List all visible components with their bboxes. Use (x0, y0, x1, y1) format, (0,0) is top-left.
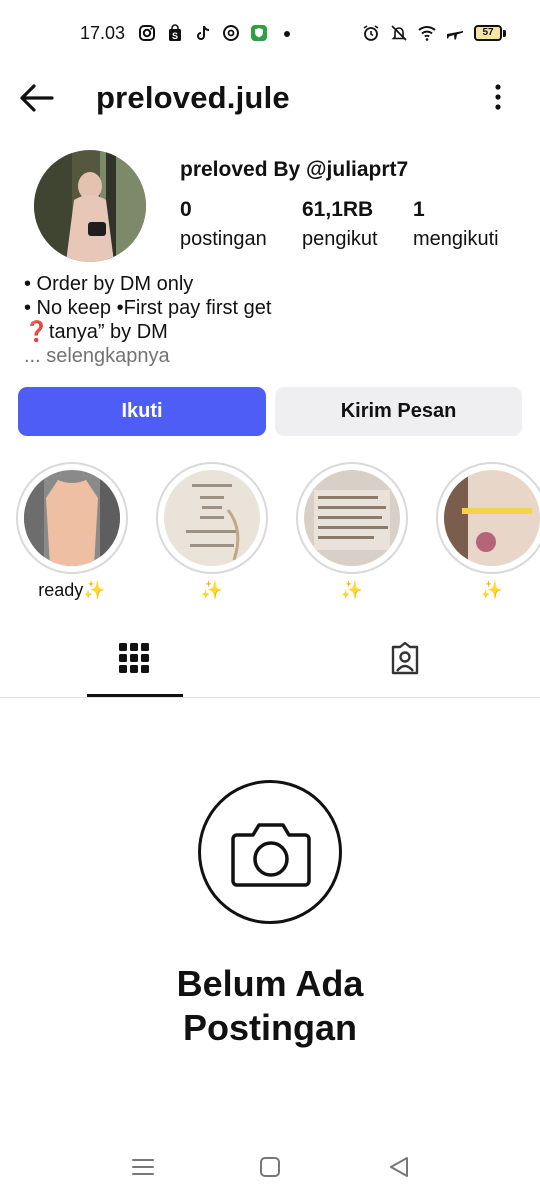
recents-menu-icon[interactable] (130, 1154, 156, 1180)
status-right-icons: 57 (362, 24, 506, 42)
highlight-ring[interactable] (296, 462, 408, 574)
back-arrow-icon[interactable] (16, 80, 56, 116)
stat-following-label: mengikuti (413, 228, 499, 250)
top-nav: preloved.jule (0, 70, 540, 126)
page-title: preloved.jule (96, 80, 290, 115)
status-bar: 17.03 S 57 (0, 0, 540, 68)
airplane-icon (447, 31, 463, 40)
empty-title-line1: Belum Ada (176, 963, 364, 1004)
stat-following[interactable]: 1 mengikuti (413, 198, 499, 251)
profile-display-name: preloved By @juliaprt7 (180, 158, 408, 182)
threads-icon (223, 25, 239, 41)
shop-icon: S (169, 24, 181, 41)
display-name-text: preloved By (180, 158, 307, 181)
dot-icon (284, 31, 290, 37)
grid-icon (119, 643, 149, 673)
highlight-ring[interactable] (436, 462, 540, 574)
bio-line: • No keep •First pay first get (24, 297, 272, 319)
wifi-icon (418, 26, 436, 41)
tagged-person-icon (391, 642, 419, 675)
home-square-icon[interactable] (257, 1154, 283, 1180)
stat-followers-value: 61,1RB (302, 198, 374, 221)
alarm-icon (363, 25, 379, 41)
tab-posts-grid[interactable] (87, 624, 183, 697)
highlight-ring[interactable] (16, 462, 128, 574)
status-time: 17.03 (80, 23, 126, 43)
system-navigation (0, 1150, 540, 1184)
avatar-photo (34, 150, 146, 262)
profile-avatar[interactable] (34, 150, 146, 262)
highlight-label: ready✨ (38, 580, 106, 600)
mute-icon (391, 25, 407, 41)
camera-icon (231, 823, 311, 887)
profile-bio: • Order by DM only • No keep •First pay … (24, 272, 271, 368)
empty-state-camera (198, 780, 342, 924)
instagram-icon (139, 25, 155, 41)
status-left-icons: S (138, 24, 296, 42)
highlight-ring[interactable] (156, 462, 268, 574)
highlight-label: ✨ (480, 580, 504, 600)
highlight-cover (164, 470, 260, 566)
tab-tagged[interactable] (357, 624, 453, 697)
stat-following-value: 1 (413, 198, 425, 221)
story-highlight[interactable]: ✨ (436, 462, 540, 601)
bio-line: • Order by DM only (24, 273, 194, 295)
highlight-label: ✨ (340, 580, 364, 600)
svg-text:S: S (172, 31, 178, 41)
story-highlight[interactable]: ✨ (156, 462, 268, 601)
stat-posts-label: postingan (180, 228, 267, 250)
profile-tabs (0, 624, 540, 698)
bio-line: ❓tanya” by DM (24, 321, 168, 343)
tiktok-icon (197, 25, 210, 40)
highlight-cover (24, 470, 120, 566)
stat-followers[interactable]: 61,1RB pengikut (302, 198, 378, 251)
highlight-cover (444, 470, 540, 566)
story-highlight[interactable]: ready✨ (16, 462, 128, 601)
message-button[interactable]: Kirim Pesan (275, 387, 522, 436)
stat-followers-label: pengikut (302, 228, 378, 250)
more-options-icon[interactable] (492, 82, 504, 114)
shield-app-icon (251, 25, 267, 41)
bio-more-link[interactable]: ... selengkapnya (24, 344, 271, 368)
highlight-cover (304, 470, 400, 566)
threads-badge-icon[interactable]: @ (306, 158, 326, 181)
empty-title-line2: Postingan (182, 1007, 357, 1048)
highlight-label: ✨ (200, 580, 224, 600)
follow-button[interactable]: Ikuti (18, 387, 266, 436)
threads-handle[interactable]: juliaprt7 (327, 158, 409, 181)
story-highlight[interactable]: ✨ (296, 462, 408, 601)
back-triangle-icon[interactable] (386, 1154, 412, 1180)
empty-state-title: Belum Ada Postingan (0, 962, 540, 1050)
stat-posts-value: 0 (180, 198, 192, 221)
stat-posts: 0 postingan (180, 198, 267, 251)
battery-icon: 57 (474, 25, 506, 41)
battery-level: 57 (474, 25, 502, 41)
